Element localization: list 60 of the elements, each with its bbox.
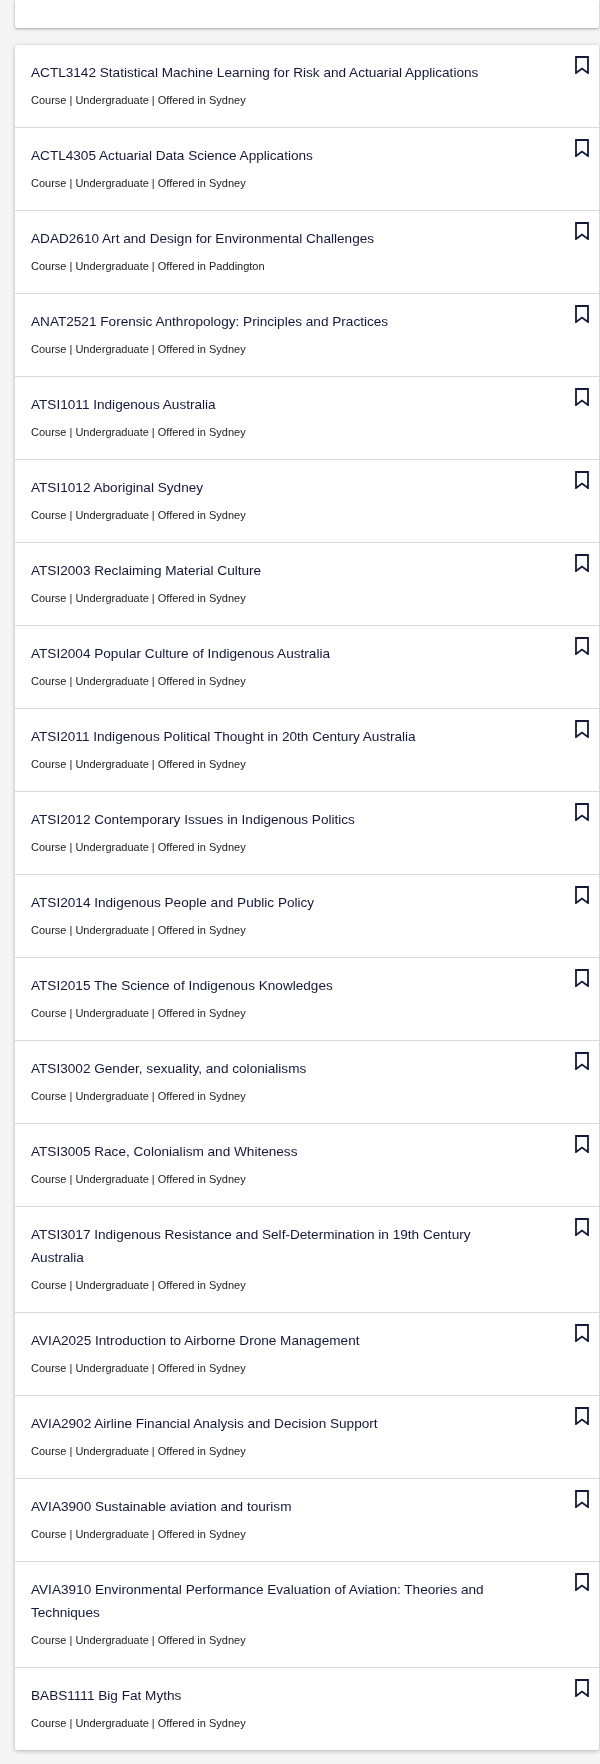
bookmark-icon[interactable] xyxy=(575,1407,589,1425)
course-details: Course | Undergraduate | Offered in Sydney xyxy=(31,93,247,108)
course-details: Course | Undergraduate | Offered in Sydney xyxy=(31,1716,247,1731)
course-title-link[interactable]: ATSI3002 Gender, sexuality, and colonialisms xyxy=(31,1057,501,1080)
course-title-link[interactable]: AVIA3900 Sustainable aviation and tourism xyxy=(31,1495,501,1518)
course-title-link[interactable]: BABS1111 Big Fat Myths xyxy=(31,1684,501,1707)
course-details: Course | Undergraduate | Offered in Sydney xyxy=(31,1278,247,1293)
course-title-link[interactable]: ATSI3005 Race, Colonialism and Whiteness xyxy=(31,1140,501,1163)
course-title-link[interactable]: ATSI2014 Indigenous People and Public Policy xyxy=(31,891,501,914)
course-details: Course | Undergraduate | Offered in Sydney xyxy=(31,591,247,606)
course-title-link[interactable]: ADAD2610 Art and Design for Environmental Challenges xyxy=(31,227,501,250)
bookmark-icon[interactable] xyxy=(575,1135,589,1153)
course-details: Course | Undergraduate | Offered in Sydney xyxy=(31,1172,247,1187)
course-details: Course | Undergraduate | Offered in Sydney xyxy=(31,1444,247,1459)
course-title-link[interactable]: AVIA2902 Airline Financial Analysis and Decision Support xyxy=(31,1412,501,1435)
course-details: Course | Undergraduate | Offered in Sydney xyxy=(31,1361,247,1376)
bookmark-icon[interactable] xyxy=(575,1218,589,1236)
bookmark-icon[interactable] xyxy=(575,139,589,157)
course-title-link[interactable]: AVIA2025 Introduction to Airborne Drone Management xyxy=(31,1329,501,1352)
course-details: Course | Undergraduate | Offered in Sydney xyxy=(31,1633,247,1648)
bookmark-icon[interactable] xyxy=(575,1052,589,1070)
bookmark-icon[interactable] xyxy=(575,720,589,738)
bookmark-icon[interactable] xyxy=(575,222,589,240)
course-details: Course | Undergraduate | Offered in Sydney xyxy=(31,1527,247,1542)
bookmark-icon[interactable] xyxy=(575,388,589,406)
bookmark-icon[interactable] xyxy=(575,56,589,74)
course-details: Course | Undergraduate | Offered in Sydney xyxy=(31,1006,247,1021)
bookmark-icon[interactable] xyxy=(575,1679,589,1697)
course-details: Course | Undergraduate | Offered in Sydney xyxy=(31,757,247,772)
course-title-link[interactable]: ATSI2003 Reclaiming Material Culture xyxy=(31,559,501,582)
course-title-link[interactable]: ACTL4305 Actuarial Data Science Applications xyxy=(31,144,501,167)
course-title-link[interactable]: ACTL3142 Statistical Machine Learning for Risk and Actuarial Applications xyxy=(31,61,501,84)
course-title-link[interactable]: ATSI2012 Contemporary Issues in Indigenous Politics xyxy=(31,808,501,831)
bookmark-icon[interactable] xyxy=(575,554,589,572)
course-details: Course | Undergraduate | Offered in Sydney xyxy=(31,923,247,938)
course-title-link[interactable]: ATSI2004 Popular Culture of Indigenous Australia xyxy=(31,642,501,665)
course-details: Course | Undergraduate | Offered in Sydney xyxy=(31,508,247,523)
course-title-link[interactable]: ATSI3017 Indigenous Resistance and Self-Determination in 19th Century Australia xyxy=(31,1223,501,1269)
course-details: Course | Undergraduate | Offered in Sydney xyxy=(31,176,247,191)
bookmark-icon[interactable] xyxy=(575,1573,589,1591)
course-details: Course | Undergraduate | Offered in Sydney xyxy=(31,674,247,689)
bookmark-icon[interactable] xyxy=(575,305,589,323)
bookmark-icon[interactable] xyxy=(575,1490,589,1508)
course-title-link[interactable]: ATSI1011 Indigenous Australia xyxy=(31,393,501,416)
course-title-link[interactable]: AVIA3910 Environmental Performance Evaluation of Aviation: Theories and Techniques xyxy=(31,1578,501,1624)
bookmark-icon[interactable] xyxy=(575,886,589,904)
bookmark-icon[interactable] xyxy=(575,969,589,987)
course-title-link[interactable]: ATSI1012 Aboriginal Sydney xyxy=(31,476,501,499)
course-title-link[interactable]: ANAT2521 Forensic Anthropology: Principles and Practices xyxy=(31,310,501,333)
bookmark-icon[interactable] xyxy=(575,471,589,489)
course-title-link[interactable]: ATSI2015 The Science of Indigenous Knowledges xyxy=(31,974,501,997)
bookmark-icon[interactable] xyxy=(575,637,589,655)
bookmark-icon[interactable] xyxy=(575,803,589,821)
course-details: Course | Undergraduate | Offered in Paddington xyxy=(31,259,266,274)
course-title-link[interactable]: ATSI2011 Indigenous Political Thought in 20th Century Australia xyxy=(31,725,501,748)
course-details: Course | Undergraduate | Offered in Sydney xyxy=(31,342,247,357)
course-details: Course | Undergraduate | Offered in Sydney xyxy=(31,1089,247,1104)
bookmark-icon[interactable] xyxy=(575,1324,589,1342)
course-details: Course | Undergraduate | Offered in Sydney xyxy=(31,840,247,855)
course-details: Course | Undergraduate | Offered in Sydney xyxy=(31,425,247,440)
